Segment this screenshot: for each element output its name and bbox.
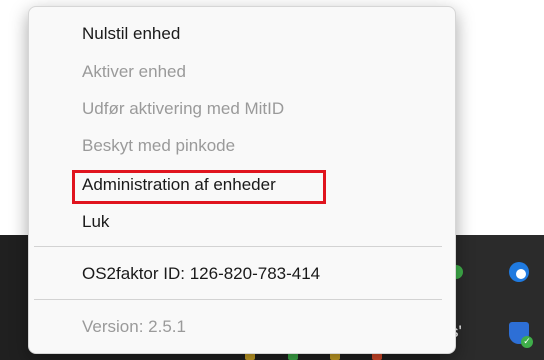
menu-separator <box>34 246 442 247</box>
menu-item-aktiver-enhed: Aktiver enhed <box>82 62 186 81</box>
menu-separator <box>34 299 442 300</box>
menu-item-luk[interactable]: Luk <box>82 211 109 233</box>
menu-item-nulstil-enhed[interactable]: Nulstil enhed <box>82 23 180 45</box>
version-label: Version: 2.5.1 <box>82 317 186 336</box>
os2faktor-id-label[interactable]: OS2faktor ID: 126-820-783-414 <box>82 263 320 285</box>
menu-item-beskyt-med-pinkode: Beskyt med pinkode <box>82 136 236 155</box>
highlight-annotation-box <box>72 170 326 204</box>
defender-shield-icon[interactable] <box>509 322 533 348</box>
menu-item-mitid-activation: Udfør aktivering med MitID <box>82 99 285 118</box>
edge-icon[interactable] <box>509 262 529 282</box>
